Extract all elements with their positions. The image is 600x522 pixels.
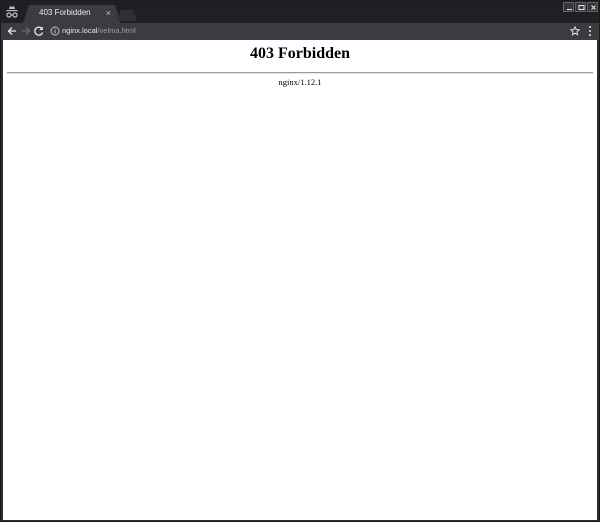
tab-active[interactable]: 403 Forbidden × (23, 5, 121, 23)
window-controls (563, 2, 598, 14)
incognito-icon (6, 6, 18, 18)
tab-close-icon[interactable]: × (106, 7, 111, 19)
tab-title: 403 Forbidden (39, 8, 91, 17)
server-signature: nginx/1.12.1 (278, 77, 322, 87)
back-arrow-icon[interactable] (6, 25, 18, 37)
close-icon (591, 5, 596, 10)
address-bar[interactable]: nginx.local/velma.html (47, 24, 583, 39)
toolbar: nginx.local/velma.html (1, 23, 599, 40)
forward-arrow-icon[interactable] (20, 25, 32, 37)
url-text: nginx.local/velma.html (62, 26, 136, 35)
new-tab-button[interactable] (117, 10, 137, 21)
page-heading: 403 Forbidden (249, 45, 350, 62)
bookmark-star-icon[interactable] (570, 26, 580, 36)
divider (7, 72, 593, 74)
page-viewport: 403 Forbidden nginx/1.12.1 (3, 40, 597, 520)
menu-dots-icon[interactable] (586, 25, 594, 37)
maximize-button[interactable] (575, 2, 586, 12)
url-host: nginx.local (62, 26, 98, 35)
reload-icon[interactable] (33, 25, 45, 37)
minimize-button[interactable] (563, 2, 574, 12)
browser-window: 403 Forbidden × nginx.local/velma.html 4… (0, 0, 600, 522)
url-path: /velma.html (97, 26, 136, 35)
tab-strip: 403 Forbidden × (1, 1, 599, 23)
close-window-button[interactable] (587, 2, 598, 12)
maximize-icon (578, 5, 585, 10)
info-icon[interactable] (50, 26, 60, 36)
minimize-icon (567, 9, 572, 10)
